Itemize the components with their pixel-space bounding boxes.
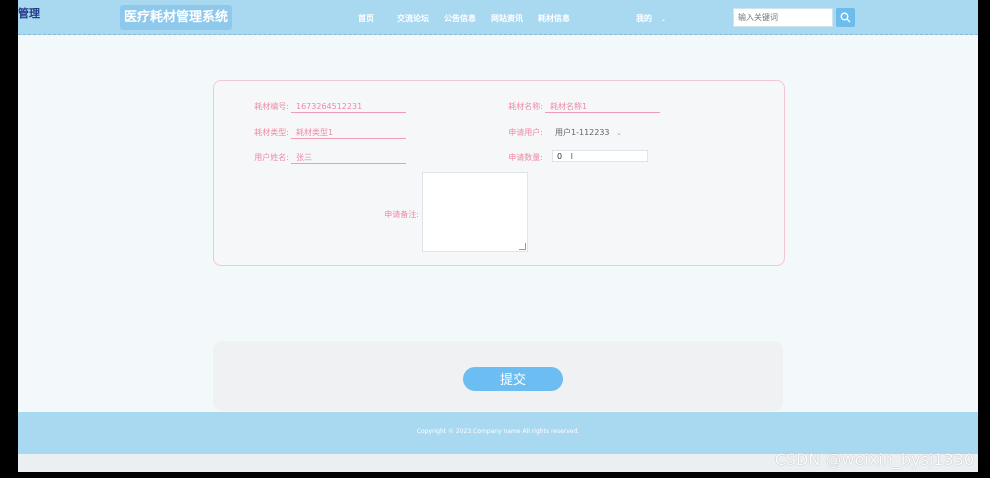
browser-frame: 管理 医疗耗材管理系统 首页 交流论坛 公告信息 网站资讯 耗材信息 我的 ⌄ … (18, 0, 978, 472)
nav-home[interactable]: 首页 (358, 13, 374, 24)
nav-news[interactable]: 网站资讯 (491, 13, 523, 24)
footer: Copyright © 2023.Company name All rights… (18, 412, 978, 454)
user-label: 申请用户: (508, 128, 543, 137)
chevron-down-icon: ⌄ (616, 129, 622, 137)
remark-label: 申请备注: (384, 210, 419, 219)
quantity-input[interactable]: 0 I (552, 150, 648, 162)
page-content: 耗材编号: 1673264512231 耗材名称: 耗材名称1 耗材类型: 耗材… (18, 35, 978, 412)
code-label: 耗材编号: (254, 102, 289, 111)
remark-textarea[interactable] (422, 172, 528, 252)
username-label: 用户姓名: (254, 153, 289, 162)
site-title[interactable]: 医疗耗材管理系统 (120, 5, 233, 30)
search-input[interactable] (733, 8, 833, 27)
resize-handle-icon[interactable] (519, 243, 526, 250)
search-button[interactable] (836, 8, 855, 27)
header: 管理 医疗耗材管理系统 首页 交流论坛 公告信息 网站资讯 耗材信息 我的 ⌄ (18, 0, 978, 35)
watermark: CSDN @weixin_bysj1330 (774, 450, 974, 469)
name-label: 耗材名称: (508, 102, 543, 111)
type-field[interactable]: 耗材类型1 (291, 127, 406, 139)
user-select-value: 用户1-112233 (555, 128, 610, 137)
text-cursor-icon: I (570, 152, 573, 161)
copyright-text: Copyright © 2023.Company name All rights… (416, 428, 580, 435)
nav-mine-label: 我的 (636, 14, 652, 23)
submit-button[interactable]: 提交 (463, 367, 563, 391)
nav-forum[interactable]: 交流论坛 (397, 13, 429, 24)
code-field[interactable]: 1673264512231 (291, 101, 406, 113)
chevron-down-icon: ⌄ (660, 16, 666, 23)
search-icon (840, 12, 851, 23)
nav-notices[interactable]: 公告信息 (444, 13, 476, 24)
quantity-label: 申请数量: (508, 153, 543, 162)
name-field[interactable]: 耗材名称1 (545, 101, 660, 113)
submit-panel: 提交 (213, 341, 783, 411)
nav-consumables[interactable]: 耗材信息 (538, 13, 570, 24)
type-label: 耗材类型: (254, 128, 289, 137)
nav-mine[interactable]: 我的 ⌄ (636, 13, 666, 24)
application-form: 耗材编号: 1673264512231 耗材名称: 耗材名称1 耗材类型: 耗材… (213, 80, 785, 266)
username-field[interactable]: 张三 (291, 152, 406, 164)
user-select[interactable]: 用户1-112233 ⌄ (555, 127, 635, 139)
quantity-value: 0 (557, 152, 563, 161)
logo: 管理 (18, 7, 40, 20)
